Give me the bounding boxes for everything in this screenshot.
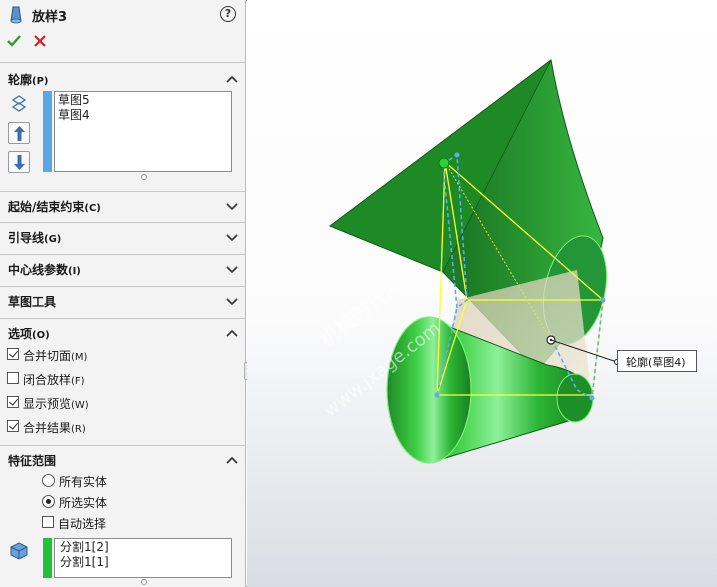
arrow-up-icon — [14, 126, 25, 141]
list-resize-grip[interactable] — [141, 174, 147, 180]
profile-hotkey: (P) — [32, 76, 49, 87]
move-up-button[interactable] — [8, 122, 30, 144]
option-label: 合并结果(R) — [23, 419, 86, 436]
chevron-up-icon[interactable] — [226, 455, 238, 465]
bodies-color-bar — [43, 538, 52, 578]
loft-feature-icon — [10, 6, 22, 24]
options-label-text: 选项 — [8, 327, 33, 341]
list-item[interactable]: 草图4 — [58, 108, 228, 123]
option-hotkey: (W) — [71, 400, 89, 411]
list-resize-grip[interactable] — [141, 579, 147, 585]
separator — [0, 62, 246, 63]
start-end-label-text: 起始/结束约束 — [8, 200, 85, 214]
option-label-text: 合并切面 — [23, 349, 72, 363]
centerline-label: 中心线参数(I) — [8, 261, 81, 278]
auto-select-checkbox[interactable] — [42, 516, 54, 528]
list-item[interactable]: 分割1[1] — [58, 555, 228, 570]
profile-section-label: 轮廓(P) — [8, 71, 49, 88]
centerline-parameters-header[interactable]: 中心线参数(I) — [0, 254, 246, 284]
option-label-text: 显示预览 — [23, 397, 72, 411]
move-down-button[interactable] — [8, 151, 30, 173]
show-preview-checkbox[interactable] — [7, 396, 19, 408]
bodies-list[interactable]: 分割1[2] 分割1[1] — [54, 538, 232, 578]
options-label: 选项(O) — [8, 325, 50, 342]
radio-label: 所有实体 — [59, 475, 108, 489]
sketch-tools-header[interactable]: 草图工具 — [0, 286, 246, 316]
options-hotkey: (O) — [32, 330, 50, 341]
start-end-hotkey: (C) — [84, 203, 101, 214]
lower-small-end-cap — [556, 373, 594, 423]
chevron-down-icon[interactable] — [226, 296, 238, 306]
option-hotkey: (F) — [71, 376, 85, 387]
graphics-viewport[interactable] — [247, 0, 717, 587]
option-label-text: 合并结果 — [23, 421, 72, 435]
chevron-down-icon[interactable] — [226, 264, 238, 274]
option-label: 闭合放样(F) — [23, 371, 85, 388]
centerline-label-text: 中心线参数 — [8, 263, 69, 277]
property-manager-panel: 放样3 ? 轮廓(P) 草图5 草图4 起始/结束约束(C) 引导线(G) 中心… — [0, 0, 246, 587]
cancel-x-icon[interactable] — [33, 34, 47, 48]
all-bodies-radio[interactable] — [42, 474, 55, 487]
vertex-point — [589, 395, 595, 401]
start-end-constraints-header[interactable]: 起始/结束约束(C) — [0, 191, 246, 221]
start-point-handle[interactable] — [438, 157, 450, 169]
merge-tangent-faces-checkbox[interactable] — [7, 348, 19, 360]
chevron-down-icon[interactable] — [226, 201, 238, 211]
chevron-down-icon[interactable] — [226, 232, 238, 242]
profile-list[interactable]: 草图5 草图4 — [54, 91, 232, 172]
profile-callout-label[interactable]: 轮廓(草图4) — [617, 350, 697, 372]
radio-label: 所选实体 — [59, 496, 108, 510]
feature-scope-label: 特征范围 — [8, 454, 57, 468]
chevron-up-icon[interactable] — [226, 328, 238, 338]
guide-curves-header[interactable]: 引导线(G) — [0, 222, 246, 252]
profile-selection-icon — [11, 95, 27, 112]
option-hotkey: (M) — [71, 352, 88, 363]
close-loft-checkbox[interactable] — [7, 372, 19, 384]
guides-label: 引导线(G) — [8, 229, 61, 246]
profile-label-text: 轮廓 — [8, 73, 33, 87]
guides-label-text: 引导线 — [8, 231, 45, 245]
profile-color-bar — [43, 91, 52, 172]
sketch-tools-label: 草图工具 — [8, 295, 57, 309]
option-hotkey: (R) — [71, 424, 86, 435]
merge-result-checkbox[interactable] — [7, 420, 19, 432]
solid-body-icon — [10, 542, 28, 560]
title-row: 放样3 ? — [0, 0, 246, 30]
guides-hotkey: (G) — [44, 234, 62, 245]
vertex-point — [454, 152, 460, 158]
option-label: 显示预览(W) — [23, 395, 89, 412]
list-item[interactable]: 分割1[2] — [58, 540, 228, 555]
selected-bodies-radio[interactable] — [42, 495, 55, 508]
ok-checkmark-icon[interactable] — [6, 33, 22, 49]
option-label: 合并切面(M) — [23, 347, 87, 364]
vertex-point — [600, 297, 606, 303]
centerline-hotkey: (I) — [68, 266, 81, 277]
profile-section-header[interactable]: 轮廓(P) — [0, 64, 246, 94]
chevron-up-icon[interactable] — [226, 74, 238, 84]
list-item[interactable]: 草图5 — [58, 93, 228, 108]
option-label: 自动选择 — [58, 517, 107, 531]
arrow-down-icon — [14, 155, 25, 170]
options-section-header[interactable]: 选项(O) — [0, 318, 246, 348]
feature-title: 放样3 — [32, 10, 68, 25]
feature-scope-header[interactable]: 特征范围 — [0, 445, 246, 475]
vertex-point — [434, 392, 440, 398]
start-end-label: 起始/结束约束(C) — [8, 198, 101, 215]
help-icon[interactable]: ? — [220, 6, 236, 22]
option-label-text: 闭合放样 — [23, 373, 72, 387]
